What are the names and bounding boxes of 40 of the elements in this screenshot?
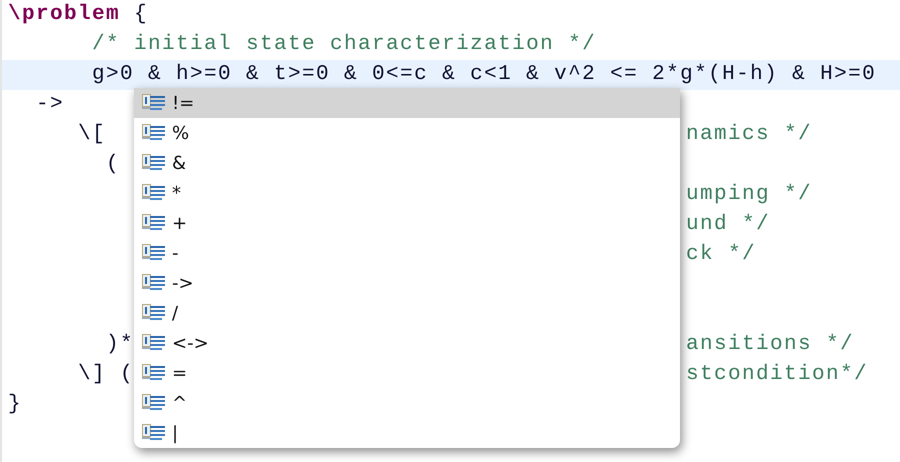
code-comment: namics */ xyxy=(686,123,812,146)
code-comment: ck */ xyxy=(686,243,756,266)
code-comment: stcondition*/ xyxy=(686,363,868,386)
completion-item[interactable]: <-> xyxy=(134,328,680,358)
completion-item[interactable]: != xyxy=(134,88,680,118)
completion-item[interactable]: & xyxy=(134,148,680,178)
completion-item[interactable]: | xyxy=(134,418,680,448)
list-icon xyxy=(142,214,168,232)
code-text: )* xyxy=(106,333,134,356)
list-icon xyxy=(142,304,168,322)
list-icon xyxy=(142,334,168,352)
list-icon xyxy=(142,184,168,202)
list-icon xyxy=(142,394,168,412)
completion-item[interactable]: - xyxy=(134,238,680,268)
code-text: \[ xyxy=(78,123,106,146)
keyword-text: \problem xyxy=(8,3,120,26)
code-text: ( xyxy=(106,153,120,176)
code-text: -> xyxy=(36,93,64,116)
completion-item[interactable]: -> xyxy=(134,268,680,298)
completion-item[interactable]: % xyxy=(134,118,680,148)
code-text: g>0 & h>=0 & t>=0 & 0<=c & c<1 & v^2 <= 2*g*(H-h) & H>=0 xyxy=(92,63,876,86)
completion-item[interactable]: + xyxy=(134,208,680,238)
list-icon xyxy=(142,124,168,142)
list-icon xyxy=(142,244,168,262)
list-icon xyxy=(142,154,168,172)
list-icon xyxy=(142,274,168,292)
list-icon xyxy=(142,364,168,382)
list-icon xyxy=(142,94,168,112)
code-text: \] ( xyxy=(78,363,134,386)
code-comment: /* initial state characterization */ xyxy=(92,33,596,56)
completion-item[interactable]: = xyxy=(134,358,680,388)
code-comment: und */ xyxy=(686,213,770,236)
code-text: { xyxy=(134,3,148,26)
completion-item[interactable]: / xyxy=(134,298,680,328)
code-comment: ansitions */ xyxy=(686,333,854,356)
completion-item[interactable]: * xyxy=(134,178,680,208)
code-text: } xyxy=(8,393,22,416)
list-icon xyxy=(142,424,168,442)
code-comment: umping */ xyxy=(686,183,812,206)
completion-item[interactable]: ^ xyxy=(134,388,680,418)
